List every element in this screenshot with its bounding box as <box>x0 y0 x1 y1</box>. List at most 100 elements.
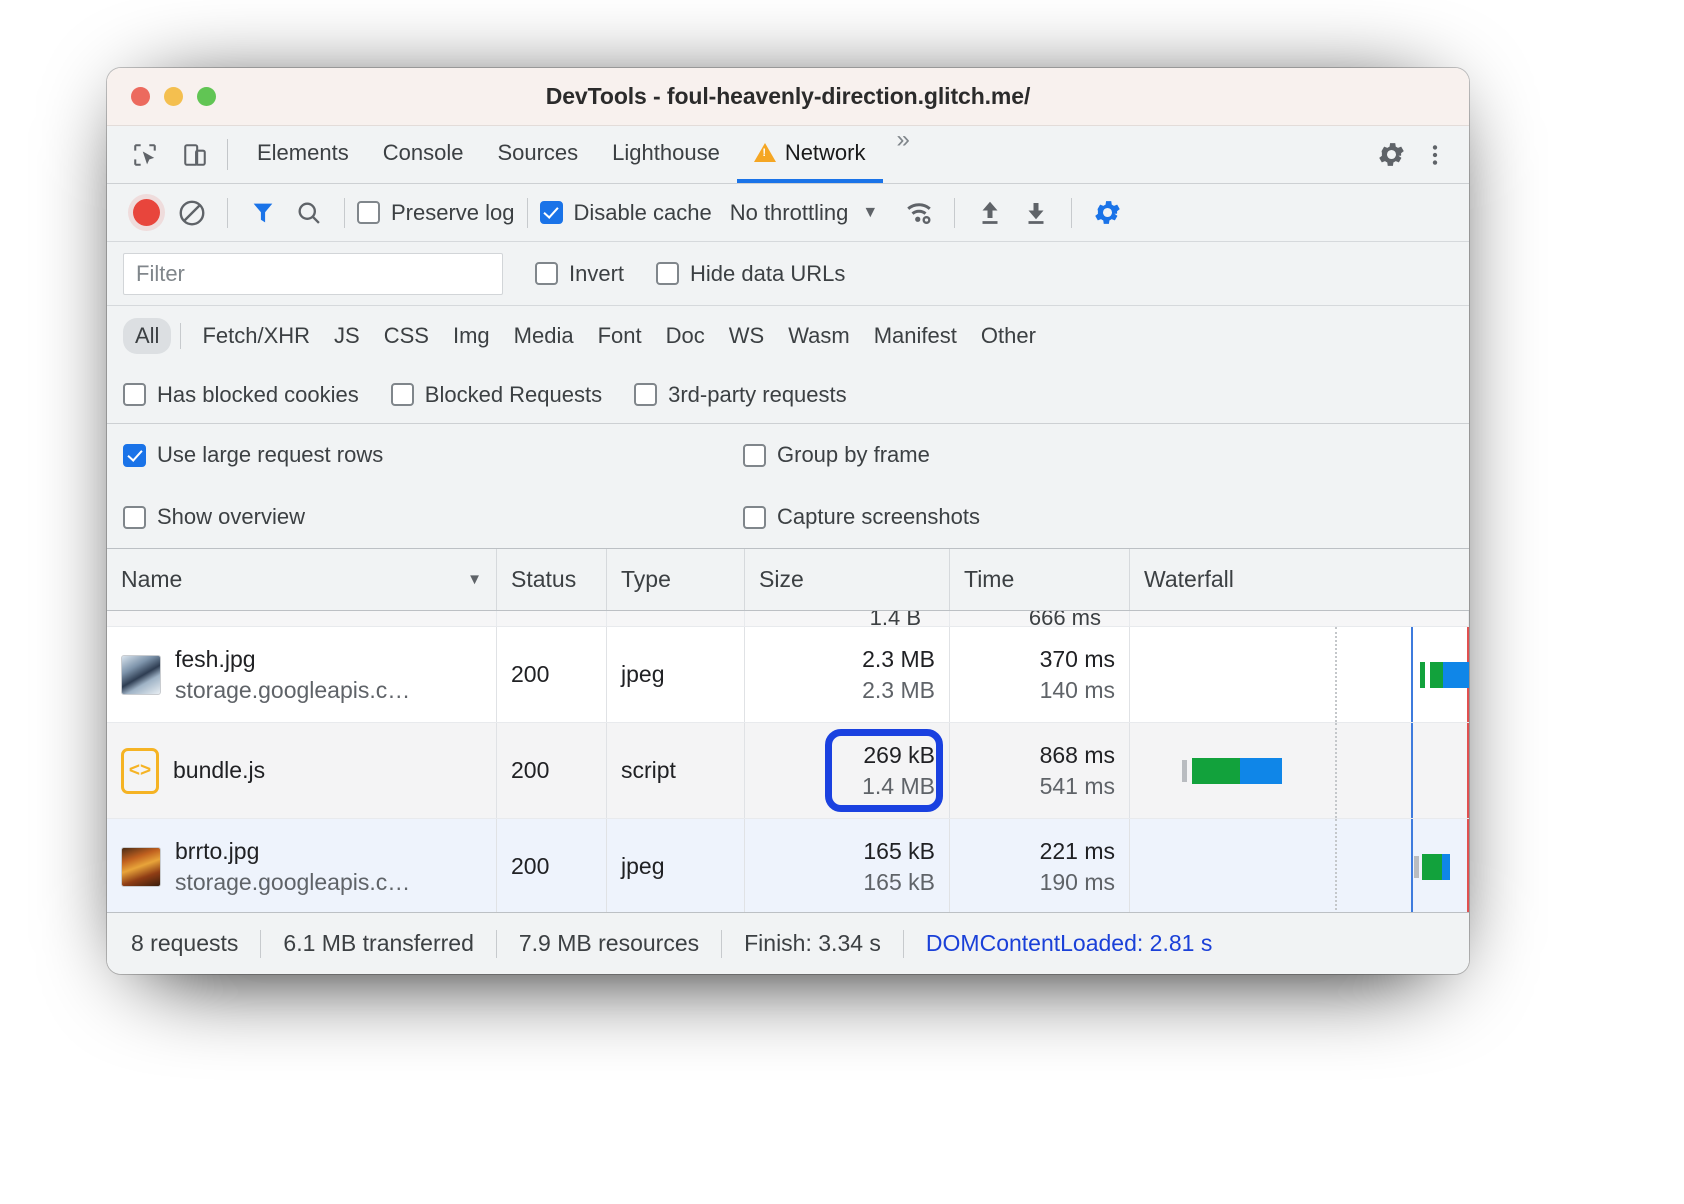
column-header-name-label: Name <box>121 566 182 593</box>
device-toolbar-icon[interactable] <box>175 135 215 175</box>
disable-cache-checkbox[interactable]: Disable cache <box>540 200 712 226</box>
settings-col-right-2: Capture screenshots <box>743 504 980 530</box>
waterfall-bar-blue <box>1442 854 1450 880</box>
waterfall-connection-tick <box>1420 662 1425 688</box>
group-by-frame-checkbox[interactable]: Group by frame <box>743 442 930 468</box>
waterfall-bar-green <box>1430 662 1443 688</box>
type-filter-wasm[interactable]: Wasm <box>776 318 862 354</box>
network-conditions-icon[interactable] <box>896 190 942 236</box>
blocked-requests-label: Blocked Requests <box>425 382 602 408</box>
row-size-primary: 269 kB <box>863 742 935 769</box>
column-header-status[interactable]: Status <box>497 549 607 610</box>
invert-checkbox[interactable]: Invert <box>535 261 624 287</box>
type-filter-css[interactable]: CSS <box>372 318 441 354</box>
filter-toggle-button[interactable] <box>240 190 286 236</box>
network-status-bar: 8 requests 6.1 MB transferred 7.9 MB res… <box>107 912 1469 974</box>
tab-sources[interactable]: Sources <box>480 126 595 183</box>
dom-content-loaded-line <box>1411 819 1413 912</box>
column-header-size[interactable]: Size <box>745 549 950 610</box>
type-filter-other[interactable]: Other <box>969 318 1048 354</box>
clipped-waterfall-cell <box>1130 611 1469 626</box>
throttling-select[interactable]: No throttling <box>730 200 849 226</box>
type-filter-fetch-xhr[interactable]: Fetch/XHR <box>190 318 322 354</box>
row-type-cell: jpeg <box>607 819 745 912</box>
type-filter-manifest[interactable]: Manifest <box>862 318 969 354</box>
has-blocked-cookies-box-icon <box>123 383 146 406</box>
capture-screenshots-label: Capture screenshots <box>777 504 980 530</box>
export-har-button[interactable] <box>1013 190 1059 236</box>
capture-screenshots-checkbox[interactable]: Capture screenshots <box>743 504 980 530</box>
more-tabs-button[interactable]: » <box>883 126 924 183</box>
third-party-requests-checkbox[interactable]: 3rd-party requests <box>634 382 847 408</box>
table-row[interactable]: <> bundle.js 200 script 269 kB 1.4 MB <box>107 723 1469 819</box>
row-status-cell: 200 <box>497 627 607 722</box>
toolbar-divider-3 <box>527 198 528 228</box>
hide-data-urls-checkbox[interactable]: Hide data URLs <box>656 261 845 287</box>
row-size-secondary: 2.3 MB <box>862 677 935 704</box>
row-filename: brrto.jpg <box>175 838 410 865</box>
show-overview-box-icon <box>123 506 146 529</box>
waterfall-bar <box>1422 854 1450 880</box>
tab-network[interactable]: Network <box>737 126 883 183</box>
type-filter-js[interactable]: JS <box>322 318 372 354</box>
type-filter-divider <box>180 323 181 349</box>
column-header-name[interactable]: Name ▼ <box>107 549 497 610</box>
type-filter-font[interactable]: Font <box>586 318 654 354</box>
toolbar-divider-1 <box>227 198 228 228</box>
type-filter-doc[interactable]: Doc <box>654 318 717 354</box>
row-name-cell[interactable]: <> bundle.js <box>107 723 497 818</box>
type-filter-media[interactable]: Media <box>502 318 586 354</box>
row-size-values: 2.3 MB 2.3 MB <box>759 646 935 704</box>
import-har-button[interactable] <box>967 190 1013 236</box>
row-name-cell[interactable]: fesh.jpg storage.googleapis.c… <box>107 627 497 722</box>
table-row-clipped[interactable]: 1.4 B 666 ms <box>107 611 1469 627</box>
record-button[interactable] <box>123 190 169 236</box>
row-size-values: 165 kB 165 kB <box>759 838 935 896</box>
type-filter-all[interactable]: All <box>123 318 171 354</box>
row-waterfall-cell <box>1130 723 1469 818</box>
use-large-request-rows-checkbox[interactable]: Use large request rows <box>123 442 743 468</box>
tabbar-divider <box>227 139 228 170</box>
row-domain: storage.googleapis.c… <box>175 677 410 704</box>
warning-triangle-icon <box>754 143 776 162</box>
settings-row-1: Use large request rows Group by frame <box>123 424 1453 486</box>
show-overview-label: Show overview <box>157 504 305 530</box>
blocked-requests-box-icon <box>391 383 414 406</box>
preserve-log-checkbox[interactable]: Preserve log <box>357 200 515 226</box>
network-settings-gear[interactable] <box>1084 190 1130 236</box>
tab-elements[interactable]: Elements <box>240 126 366 183</box>
type-filter-img[interactable]: Img <box>441 318 502 354</box>
table-row[interactable]: brrto.jpg storage.googleapis.c… 200 jpeg… <box>107 819 1469 912</box>
tab-lighthouse[interactable]: Lighthouse <box>595 126 737 183</box>
has-blocked-cookies-checkbox[interactable]: Has blocked cookies <box>123 382 359 408</box>
search-icon[interactable] <box>286 190 332 236</box>
tab-console[interactable]: Console <box>366 126 481 183</box>
settings-gear-icon[interactable] <box>1371 135 1411 175</box>
more-vertical-icon[interactable] <box>1415 135 1455 175</box>
table-row[interactable]: fesh.jpg storage.googleapis.c… 200 jpeg … <box>107 627 1469 723</box>
third-party-requests-box-icon <box>634 383 657 406</box>
chevron-down-icon[interactable]: ▼ <box>862 204 878 222</box>
filter-input[interactable]: Filter <box>123 253 503 295</box>
blocked-requests-checkbox[interactable]: Blocked Requests <box>391 382 602 408</box>
inspect-element-icon[interactable] <box>125 135 165 175</box>
row-name-cell[interactable]: brrto.jpg storage.googleapis.c… <box>107 819 497 912</box>
row-domain: storage.googleapis.c… <box>175 869 410 896</box>
clear-button[interactable] <box>169 190 215 236</box>
screenshot-stage: DevTools - foul-heavenly-direction.glitc… <box>0 0 1684 1204</box>
type-filter-row: All Fetch/XHR JS CSS Img Media Font Doc … <box>107 306 1469 366</box>
row-time-primary: 221 ms <box>1040 838 1115 865</box>
status-transferred: 6.1 MB transferred <box>261 930 495 957</box>
disable-cache-box-icon <box>540 201 563 224</box>
preserve-log-box-icon <box>357 201 380 224</box>
show-overview-checkbox[interactable]: Show overview <box>123 504 743 530</box>
type-filter-ws[interactable]: WS <box>717 318 776 354</box>
column-header-type[interactable]: Type <box>607 549 745 610</box>
column-header-waterfall[interactable]: Waterfall <box>1130 549 1469 610</box>
row-waterfall-cell <box>1130 627 1469 722</box>
waterfall-bar <box>1192 758 1282 784</box>
requests-table-body[interactable]: 1.4 B 666 ms fesh.jpg storage.googleapis… <box>107 611 1469 912</box>
group-by-frame-box-icon <box>743 444 766 467</box>
row-size-primary: 165 kB <box>863 838 935 865</box>
column-header-time[interactable]: Time <box>950 549 1130 610</box>
